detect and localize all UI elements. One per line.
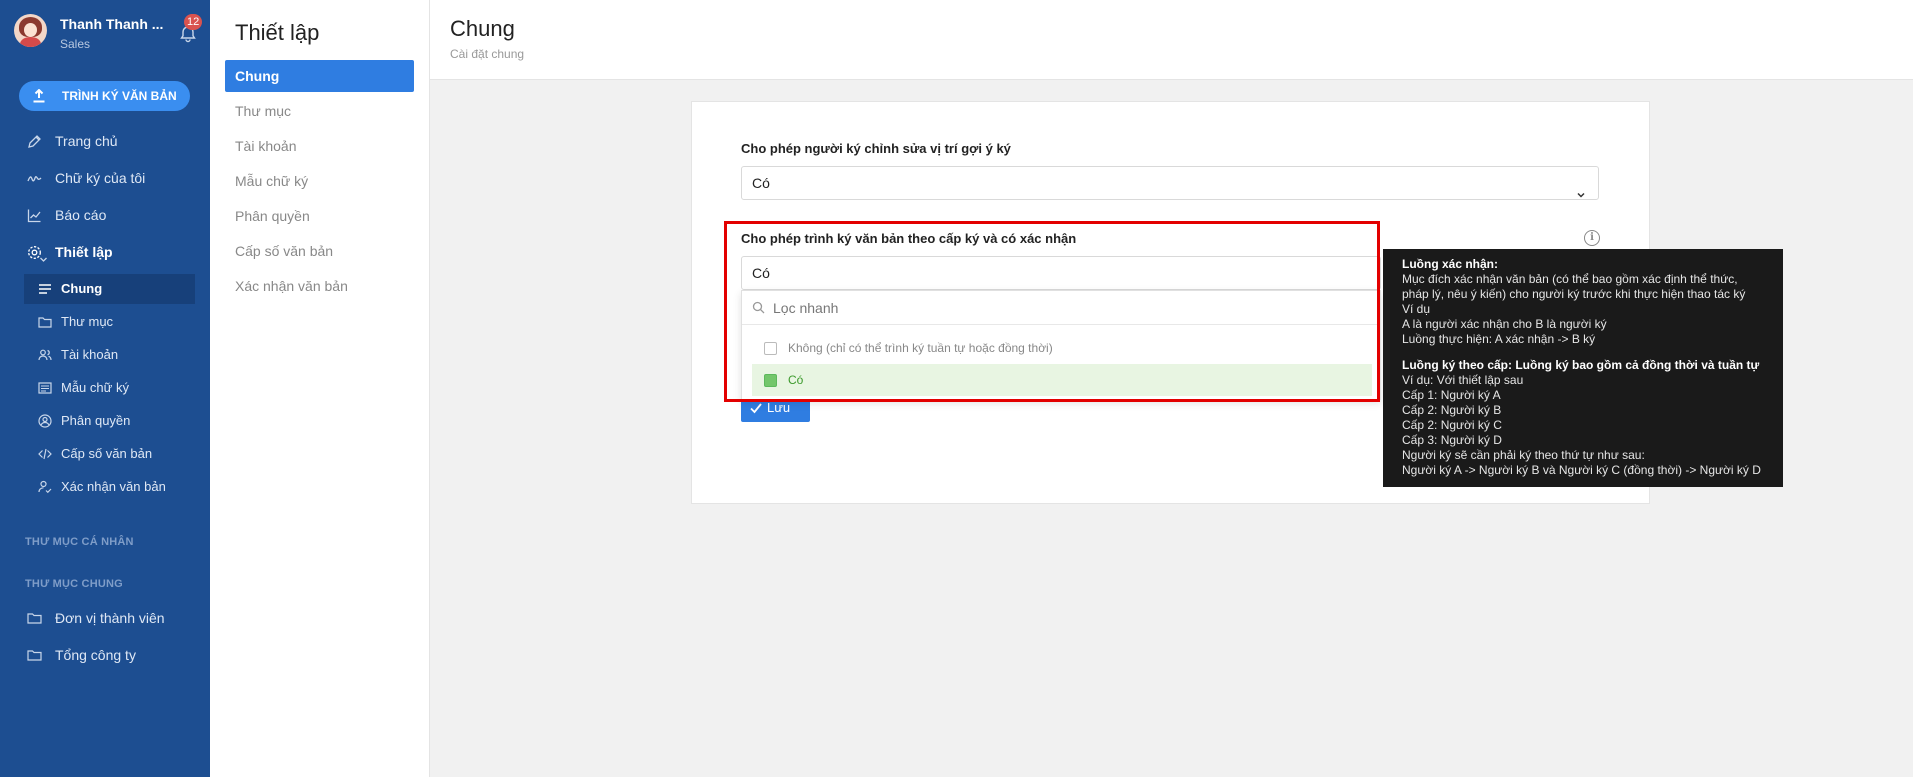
checkbox[interactable] <box>764 342 777 355</box>
nav-home[interactable]: Trang chủ <box>0 125 210 157</box>
tooltip-line: Mục đích xác nhận văn bản (có thể bao gồ… <box>1402 272 1738 286</box>
submit-document-label: TRÌNH KÝ VĂN BẢN <box>62 89 177 103</box>
signing-levels-dropdown: Lọc nhanh Không (chỉ có thể trình ký tuầ… <box>741 290 1381 400</box>
tooltip-heading: Luồng ký theo cấp: Luồng ký bao gồm cả đ… <box>1402 358 1760 372</box>
settings-item-document-confirmation[interactable]: Xác nhận văn bản <box>24 472 195 502</box>
nav-reports[interactable]: Báo cáo <box>0 199 210 231</box>
avatar[interactable] <box>14 14 47 47</box>
submenu-item-document-confirmation[interactable]: Xác nhận văn bản <box>225 270 414 302</box>
settings-item-label: Xác nhận văn bản <box>61 479 166 494</box>
settings-item-folders[interactable]: Thư mục <box>24 307 195 337</box>
tooltip-line: Người ký sẽ cần phải ký theo thứ tự như … <box>1402 448 1645 462</box>
select-edit-suggested-position[interactable]: Có <box>741 166 1599 200</box>
submenu-item-permissions[interactable]: Phân quyền <box>225 200 414 232</box>
settings-item-signature-templates[interactable]: Mẫu chữ ký <box>24 373 195 403</box>
tooltip-line: Cấp 3: Người ký D <box>1402 433 1502 447</box>
tooltip-line: Cấp 2: Người ký B <box>1402 403 1502 417</box>
settings-item-accounts[interactable]: Tài khoản <box>24 340 195 370</box>
select-signing-levels[interactable]: Có <box>741 256 1381 290</box>
submenu-item-accounts[interactable]: Tài khoản <box>225 130 414 162</box>
settings-item-label: Phân quyền <box>61 413 131 428</box>
user-name: Thanh Thanh ... <box>60 16 164 32</box>
settings-item-label: Mẫu chữ ký <box>61 380 129 395</box>
tooltip-line: A là người xác nhận cho B là người ký <box>1402 317 1607 331</box>
submenu-item-document-numbering[interactable]: Cấp số văn bản <box>225 235 414 267</box>
tooltip-line: Cấp 2: Người ký C <box>1402 418 1502 432</box>
submenu-title: Thiết lập <box>235 20 320 45</box>
tooltip-line: Người ký A -> Người ký B và Người ký C (… <box>1402 463 1761 477</box>
nav-label: Báo cáo <box>55 207 107 223</box>
tooltip-heading: Luồng xác nhận: <box>1402 257 1498 271</box>
tooltip-line: Cấp 1: Người ký A <box>1402 388 1501 402</box>
option-label: Có <box>788 373 804 387</box>
info-icon[interactable]: i <box>1584 230 1600 246</box>
dropdown-option-no[interactable]: Không (chỉ có thể trình ký tuần tự hoặc … <box>752 332 1372 364</box>
nav-label: Thiết lập <box>55 244 113 260</box>
info-tooltip: Luồng xác nhận: Mục đích xác nhận văn bả… <box>1383 249 1783 487</box>
folder-corporation[interactable]: Tổng công ty <box>0 639 210 671</box>
nav-settings[interactable]: Thiết lập <box>0 236 210 268</box>
dropdown-search-placeholder: Lọc nhanh <box>773 300 839 316</box>
settings-submenu: Thiết lập Chung Thư mục Tài khoản Mẫu ch… <box>210 0 430 777</box>
chevron-down-icon <box>1576 179 1586 211</box>
settings-item-document-numbering[interactable]: Cấp số văn bản <box>24 439 195 469</box>
page-subtitle: Cài đặt chung <box>450 47 525 61</box>
tooltip-line: Ví dụ <box>1402 302 1431 316</box>
select-value: Có <box>752 175 770 191</box>
submenu-item-general[interactable]: Chung <box>225 60 414 92</box>
folder-label: Tổng công ty <box>55 647 136 663</box>
section-shared-folders: THƯ MỤC CHUNG <box>25 578 123 590</box>
nav-label: Trang chủ <box>55 133 118 149</box>
select-value: Có <box>752 265 770 281</box>
field-label-edit-suggested-position: Cho phép người ký chỉnh sửa vị trí gợi ý… <box>741 141 1011 156</box>
tooltip-line: Luồng thực hiện: A xác nhận -> B ký <box>1402 332 1596 346</box>
page-header: Chung Cài đặt chung <box>430 0 1913 80</box>
submenu-item-folders[interactable]: Thư mục <box>225 95 414 127</box>
settings-item-general[interactable]: Chung <box>24 274 195 304</box>
dropdown-search[interactable]: Lọc nhanh <box>742 291 1380 325</box>
dropdown-option-yes[interactable]: Có <box>752 364 1372 396</box>
section-personal-folders: THƯ MỤC CÁ NHÂN <box>25 536 134 548</box>
tooltip-line: pháp lý, nêu ý kiến) cho người ký trước … <box>1402 287 1746 301</box>
settings-item-label: Tài khoản <box>61 347 119 362</box>
option-label: Không (chỉ có thể trình ký tuần tự hoặc … <box>788 341 1053 355</box>
tooltip-line: Ví dụ: Với thiết lập sau <box>1402 373 1524 387</box>
submit-document-button[interactable]: TRÌNH KÝ VĂN BẢN <box>19 81 190 111</box>
save-label: Lưu <box>767 400 791 415</box>
page-title: Chung <box>450 16 515 41</box>
folder-member-units[interactable]: Đơn vị thành viên <box>0 602 210 634</box>
user-profile[interactable]: Thanh Thanh ... Sales 12 <box>14 14 204 54</box>
notification-badge: 12 <box>184 14 203 30</box>
user-role: Sales <box>60 37 91 51</box>
folder-label: Đơn vị thành viên <box>55 610 165 626</box>
settings-item-label: Thư mục <box>61 314 114 329</box>
nav-label: Chữ ký của tôi <box>55 170 146 186</box>
settings-item-permissions[interactable]: Phân quyền <box>24 406 195 436</box>
settings-item-label: Cấp số văn bản <box>61 446 153 461</box>
nav-my-signatures[interactable]: Chữ ký của tôi <box>0 162 210 194</box>
main-sidebar: Thanh Thanh ... Sales 12 TRÌNH KÝ VĂN BẢ… <box>0 0 210 777</box>
submenu-item-signature-templates[interactable]: Mẫu chữ ký <box>225 165 414 197</box>
settings-item-label: Chung <box>61 281 103 296</box>
checkbox[interactable] <box>764 374 777 387</box>
field-label-signing-levels: Cho phép trình ký văn bản theo cấp ký và… <box>741 231 1077 246</box>
